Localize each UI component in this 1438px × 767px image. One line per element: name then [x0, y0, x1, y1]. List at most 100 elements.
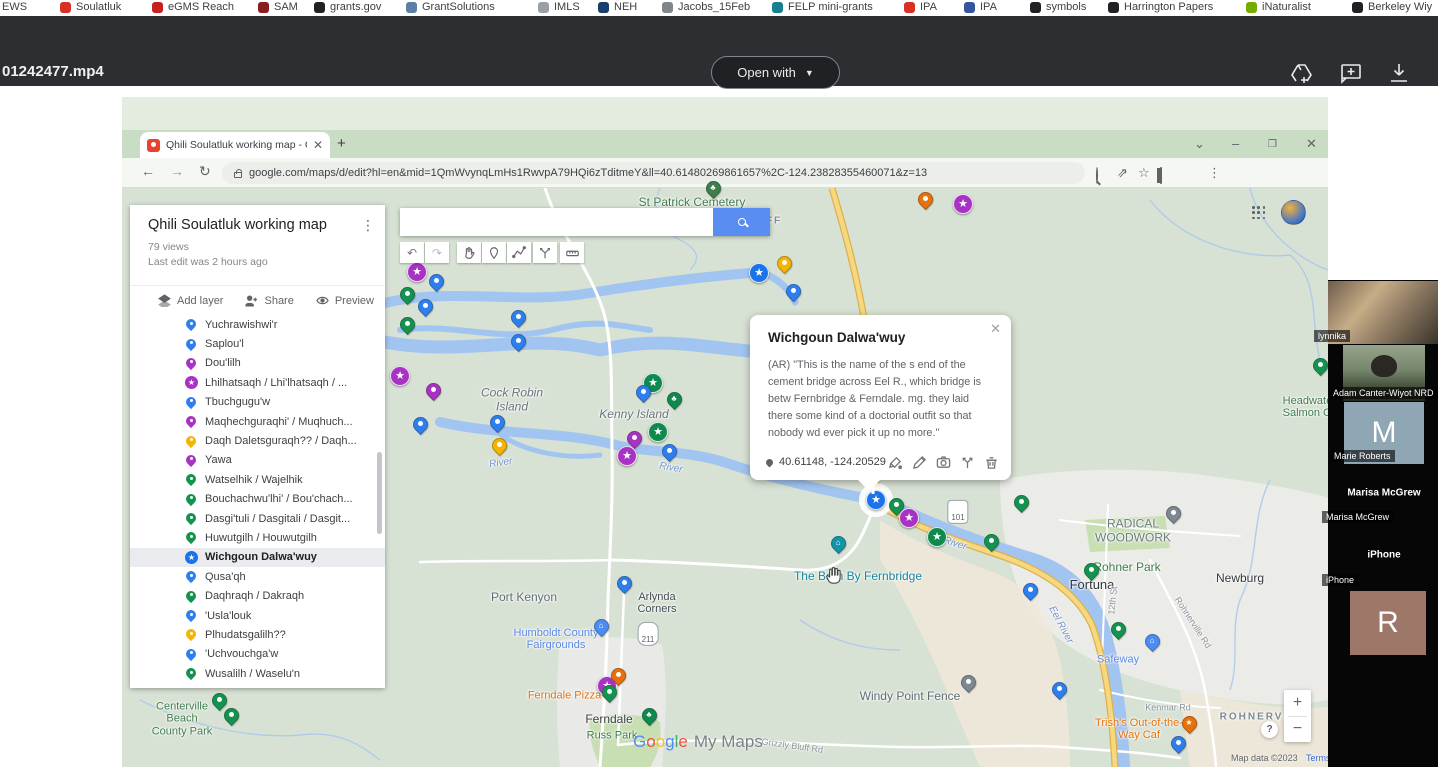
share-icon[interactable]: ⇗	[1117, 165, 1128, 181]
layer-pin-icon	[186, 493, 197, 506]
account-avatar[interactable]	[1281, 200, 1306, 225]
undo-button[interactable]: ↶	[400, 242, 424, 263]
bookmark-item[interactable]: eGMS Reach	[152, 1, 234, 13]
poi-glyph-icon: ★	[1185, 718, 1192, 727]
participant-tile[interactable]: R	[1350, 591, 1426, 655]
browser-menu-icon[interactable]: ⋮	[1208, 165, 1221, 181]
chevron-down-icon: ▼	[805, 68, 814, 78]
new-tab-button[interactable]: +	[337, 135, 346, 152]
edit-icon[interactable]	[912, 455, 927, 470]
panel-scrollbar[interactable]	[377, 452, 382, 534]
address-bar[interactable]: google.com/maps/d/edit?hl=en&mid=1QmWvyn…	[222, 162, 1085, 184]
delete-icon[interactable]	[984, 455, 999, 470]
directions-icon[interactable]	[960, 455, 975, 470]
layer-item-label: Dasgi'tuli / Dasgitali / Dasgit...	[205, 513, 350, 525]
redo-button[interactable]: ↷	[425, 242, 449, 263]
layer-item[interactable]: Watselhik / Wajelhik	[130, 470, 385, 489]
layer-pin-icon	[186, 376, 197, 389]
side-panel-icon[interactable]	[1160, 168, 1162, 183]
select-hand-tool[interactable]	[457, 242, 481, 263]
download-icon[interactable]	[1386, 60, 1412, 86]
add-marker-tool[interactable]	[482, 242, 506, 263]
layer-item[interactable]: Plhudatsgalilh??	[130, 625, 385, 644]
add-directions-tool[interactable]	[533, 242, 557, 263]
layer-item-label: Dou'lilh	[205, 357, 241, 369]
bookmark-item[interactable]: iNaturalist	[1246, 1, 1311, 13]
bookmark-item[interactable]: FELP mini-grants	[772, 1, 873, 13]
participant-tile[interactable]: M Marie Roberts	[1344, 402, 1424, 464]
pin-dot	[516, 338, 521, 343]
bookmark-item[interactable]: Soulatluk	[60, 1, 121, 13]
window-close-icon[interactable]: ✕	[1306, 136, 1317, 152]
layer-item[interactable]: Lhilhatsaqh / Lhi'lhatsaqh / ...	[130, 373, 385, 392]
participant-tile[interactable]: lynnika	[1328, 281, 1438, 344]
search-icon[interactable]	[1096, 168, 1098, 183]
bookmark-star-icon[interactable]: ☆	[1138, 165, 1150, 181]
search-button[interactable]	[713, 208, 770, 236]
forward-icon[interactable]: →	[170, 163, 184, 179]
layer-item[interactable]: Daqhraqh / Dakraqh	[130, 586, 385, 605]
layer-item[interactable]: Wichgoun Dalwa'wuy	[130, 548, 385, 567]
map-search-box[interactable]	[400, 208, 770, 236]
map-label: 101	[947, 500, 968, 524]
layer-item[interactable]: Dasgi'tuli / Dasgitali / Dasgit...	[130, 509, 385, 528]
participant-tile[interactable]: Marisa McGrew Marisa McGrew	[1336, 467, 1432, 525]
layer-item[interactable]: Yawa	[130, 451, 385, 470]
layer-item[interactable]: Huwutgilh / Houwutgilh	[130, 528, 385, 547]
layer-item[interactable]: Yuchrawishwi'r	[130, 315, 385, 334]
layer-item[interactable]: Maqhechguraqhi' / Muqhuch...	[130, 412, 385, 431]
layer-item[interactable]: Dou'lilh	[130, 354, 385, 373]
bookmark-item[interactable]: symbols	[1030, 1, 1086, 13]
participant-tile[interactable]: iPhone iPhone	[1336, 528, 1432, 588]
add-comment-icon[interactable]	[1338, 60, 1364, 86]
terms-link[interactable]: Terms	[1306, 753, 1331, 763]
bookmark-item[interactable]: IPA	[904, 1, 937, 13]
panel-menu-icon[interactable]: ⋮	[361, 217, 375, 234]
bookmark-item[interactable]: Harrington Papers	[1108, 1, 1213, 13]
bookmark-item[interactable]: EWS	[2, 1, 27, 13]
add-layer-button[interactable]: Add layer	[158, 294, 223, 307]
help-button[interactable]: ?	[1261, 721, 1278, 738]
layer-item[interactable]: Wusalilh / Waselu'n	[130, 664, 385, 683]
window-minimize-icon[interactable]: –	[1232, 136, 1239, 151]
layer-item[interactable]: 'Usla'louk	[130, 606, 385, 625]
bookmark-label: eGMS Reach	[168, 1, 234, 13]
search-input[interactable]	[400, 208, 713, 236]
bookmark-item[interactable]: grants.gov	[314, 1, 381, 13]
layer-item[interactable]: Daqh Daletsguraqh?? / Daqh...	[130, 431, 385, 450]
browser-tab[interactable]: Qhili Soulatluk working map - G ✕	[140, 132, 330, 158]
bookmark-item[interactable]: NEH	[598, 1, 637, 13]
bookmark-item[interactable]: Berkeley Wiy	[1352, 1, 1432, 13]
bookmark-item[interactable]: Jacobs_15Feb	[662, 1, 750, 13]
layer-item-label: Watselhik / Wajelhik	[205, 474, 303, 486]
layer-item[interactable]: Saplou'l	[130, 334, 385, 353]
back-icon[interactable]: ←	[141, 163, 155, 179]
layer-item[interactable]: 'Uchvouchga'w	[130, 645, 385, 664]
zoom-in-button[interactable]: +	[1284, 690, 1311, 716]
bookmark-item[interactable]: SAM	[258, 1, 298, 13]
open-with-button[interactable]: Open with ▼	[711, 56, 840, 89]
measure-tool[interactable]	[560, 242, 584, 263]
add-shortcut-to-drive-icon[interactable]	[1288, 60, 1314, 86]
bookmark-item[interactable]: IPA	[964, 1, 997, 13]
reload-icon[interactable]: ↻	[199, 163, 211, 180]
window-maximize-icon[interactable]: ❒	[1268, 139, 1277, 150]
bookmark-item[interactable]: GrantSolutions	[406, 1, 495, 13]
camera-icon[interactable]	[936, 455, 951, 470]
style-icon[interactable]	[888, 455, 903, 470]
share-button[interactable]: Share	[245, 294, 293, 307]
participant-tile[interactable]: Adam Canter-Wiyot NRD	[1343, 345, 1425, 401]
window-restore-chevron-icon[interactable]: ⌄	[1194, 136, 1205, 152]
layer-pin-icon	[186, 415, 197, 428]
google-apps-grid-icon[interactable]	[1252, 206, 1266, 220]
close-icon[interactable]: ✕	[990, 321, 1001, 337]
layer-item[interactable]: Tbuchgugu'w	[130, 393, 385, 412]
draw-line-tool[interactable]	[507, 242, 531, 263]
tab-close-icon[interactable]: ✕	[313, 138, 323, 152]
bookmark-item[interactable]: IMLS	[538, 1, 580, 13]
preview-button[interactable]: Preview	[316, 294, 374, 307]
zoom-out-button[interactable]: −	[1284, 717, 1311, 743]
layer-item[interactable]: Bouchachwu'lhi' / Bou'chach...	[130, 490, 385, 509]
star-icon: ★	[653, 425, 663, 438]
layer-item[interactable]: Qusa'qh	[130, 567, 385, 586]
